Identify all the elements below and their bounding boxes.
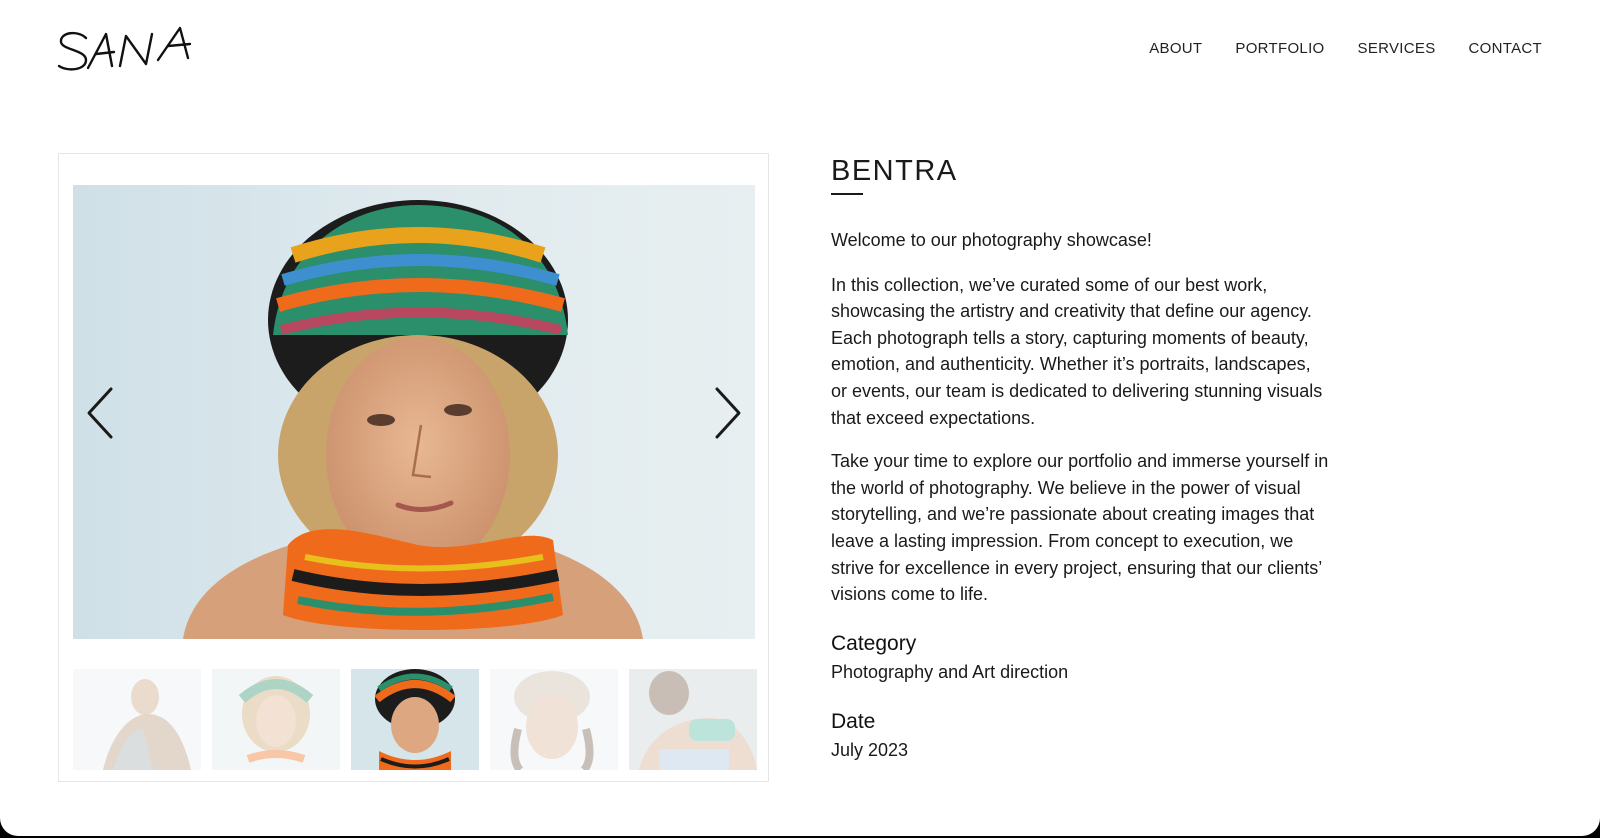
date-label: Date: [831, 709, 876, 733]
main-photo: [73, 185, 755, 639]
next-arrow-icon[interactable]: [707, 385, 747, 441]
main-nav: ABOUT PORTFOLIO SERVICES CONTACT: [1149, 40, 1542, 57]
thumbnail-1[interactable]: [73, 669, 201, 770]
thumbnail-strip: [73, 669, 757, 770]
prev-arrow-icon[interactable]: [81, 385, 121, 441]
thumbnail-3-active[interactable]: [351, 669, 479, 770]
project-intro: Welcome to our photography showcase!: [831, 230, 1152, 250]
date-value: July 2023: [831, 739, 909, 760]
thumbnail-2[interactable]: [212, 669, 340, 770]
title-underline: [831, 193, 863, 195]
nav-portfolio[interactable]: PORTFOLIO: [1235, 40, 1324, 57]
category-value: Photography and Art direction: [831, 661, 1069, 682]
page: ABOUT PORTFOLIO SERVICES CONTACT BENTRA …: [0, 0, 1600, 836]
project-description-2: Take your time to explore our portfolio …: [831, 451, 1329, 605]
project-description-1: In this collection, we’ve curated some o…: [831, 274, 1323, 428]
project-title: BENTRA: [831, 155, 958, 187]
category-label: Category: [831, 631, 917, 655]
nav-services[interactable]: SERVICES: [1358, 40, 1436, 57]
project-info: BENTRA Welcome to our photography showca…: [831, 153, 1331, 764]
sana-logo[interactable]: [56, 22, 196, 78]
nav-about[interactable]: ABOUT: [1149, 40, 1202, 57]
nav-contact[interactable]: CONTACT: [1469, 40, 1542, 57]
thumbnail-5[interactable]: [629, 669, 757, 770]
thumbnail-4[interactable]: [490, 669, 618, 770]
project-gallery: [58, 153, 769, 782]
